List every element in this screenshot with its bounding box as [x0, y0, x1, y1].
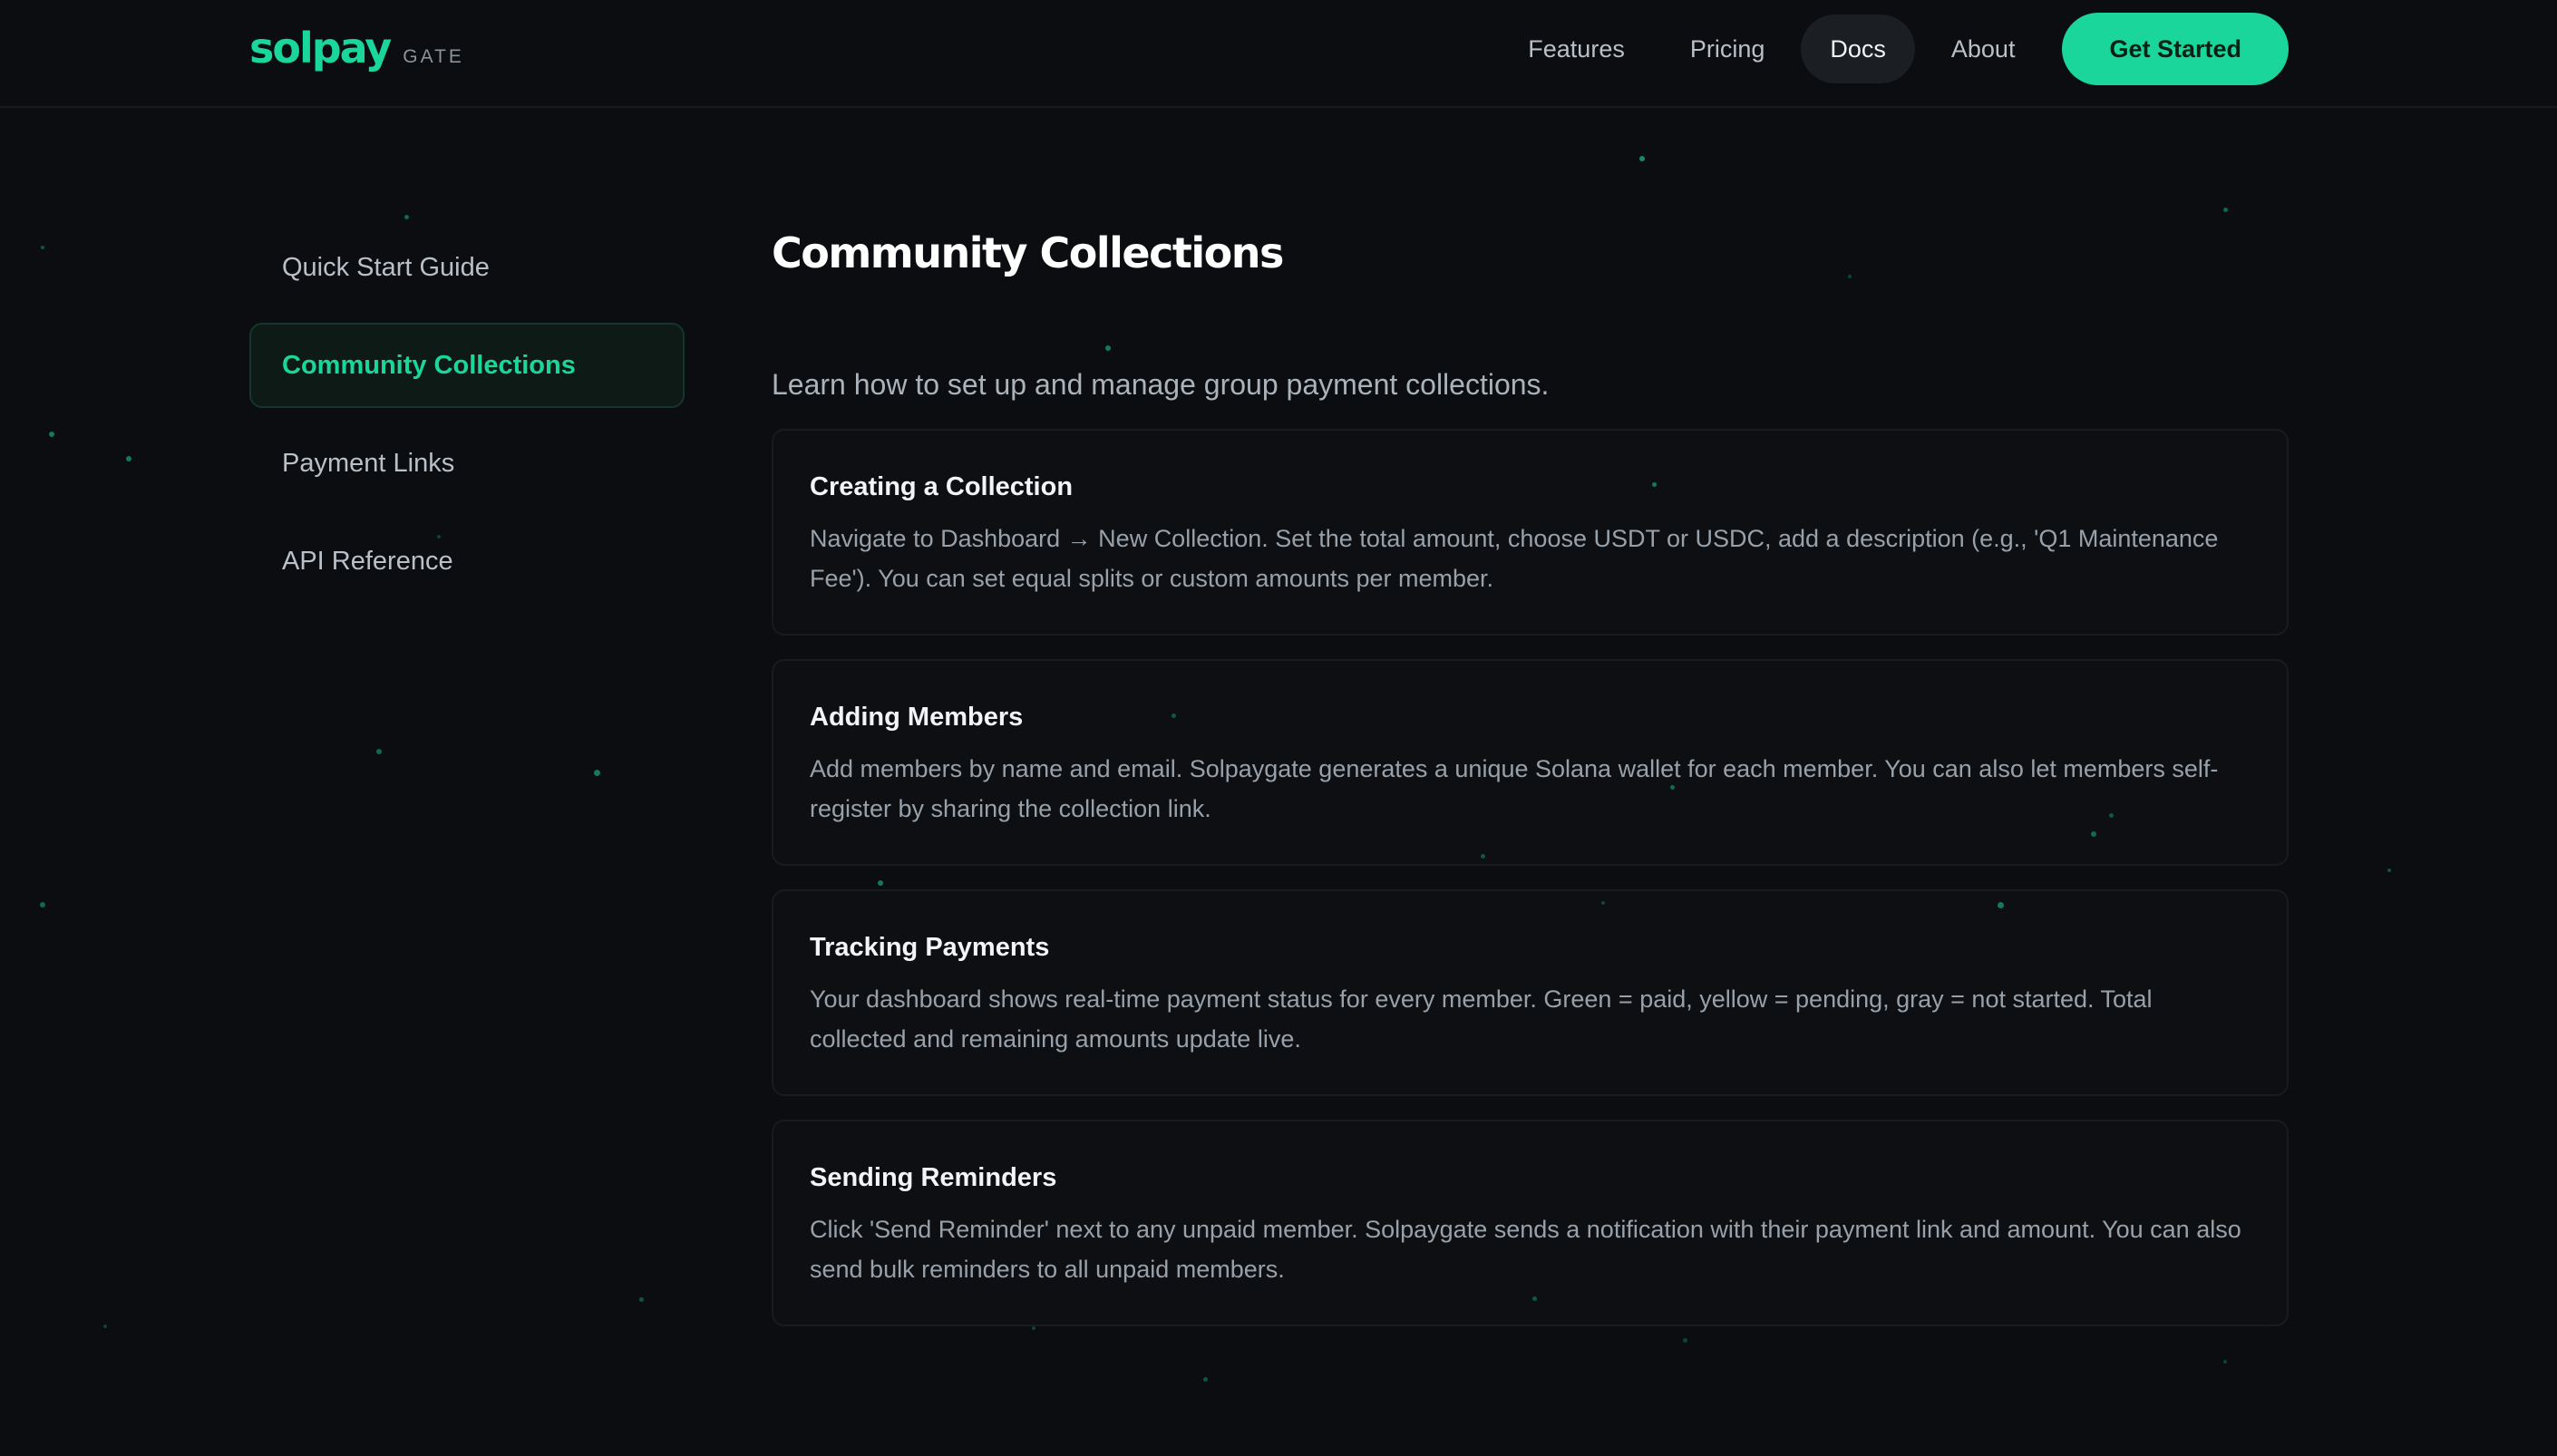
- section-card-tracking-payments: Tracking Payments Your dashboard shows r…: [772, 889, 2289, 1096]
- particle: [404, 215, 409, 219]
- particle: [40, 902, 45, 908]
- particle: [126, 456, 131, 461]
- section-card-adding-members: Adding Members Add members by name and e…: [772, 659, 2289, 866]
- nav-link-pricing[interactable]: Pricing: [1658, 15, 1798, 83]
- particle: [594, 770, 600, 776]
- sidebar-item-community-collections[interactable]: Community Collections: [249, 323, 685, 408]
- particle: [639, 1297, 644, 1302]
- page-subtitle: Learn how to set up and manage group pay…: [772, 368, 1550, 401]
- card-title: Creating a Collection: [810, 472, 1074, 501]
- section-cards: Creating a Collection Navigate to Dashbo…: [772, 429, 2289, 1326]
- nav-link-features[interactable]: Features: [1495, 15, 1658, 83]
- card-body: Add members by name and email. Solpaygat…: [810, 755, 2219, 822]
- particle: [49, 432, 54, 437]
- get-started-button[interactable]: Get Started: [2062, 13, 2289, 85]
- brand-logo[interactable]: solpay GATE: [249, 24, 464, 73]
- logo-suffix: GATE: [403, 46, 464, 67]
- particle: [2387, 869, 2391, 872]
- particle: [41, 246, 44, 249]
- particle: [376, 749, 382, 754]
- particle: [2223, 208, 2228, 212]
- card-body: Your dashboard shows real-time payment s…: [810, 985, 2153, 1053]
- card-title: Sending Reminders: [810, 1163, 1057, 1192]
- sidebar-item-api-reference[interactable]: API Reference: [249, 519, 685, 604]
- top-navbar: solpay GATE Features Pricing Docs About …: [0, 0, 2557, 108]
- logo-wordmark: solpay: [249, 24, 392, 73]
- particle: [1639, 156, 1645, 161]
- nav-link-docs[interactable]: Docs: [1801, 15, 1915, 83]
- sidebar-item-payment-links[interactable]: Payment Links: [249, 421, 685, 506]
- section-card-sending-reminders: Sending Reminders Click 'Send Reminder' …: [772, 1120, 2289, 1326]
- section-card-creating-a-collection: Creating a Collection Navigate to Dashbo…: [772, 429, 2289, 636]
- page-title: Community Collections: [772, 228, 1284, 277]
- particle: [103, 1325, 107, 1328]
- nav-link-about[interactable]: About: [1919, 15, 2048, 83]
- card-title: Tracking Payments: [810, 933, 1050, 962]
- sidebar-item-quick-start-guide[interactable]: Quick Start Guide: [249, 225, 685, 310]
- docs-content: Community Collections Learn how to set u…: [772, 228, 2289, 1350]
- card-title: Adding Members: [810, 703, 1024, 732]
- card-body: Navigate to Dashboard → New Collection. …: [810, 525, 2219, 592]
- main-nav: Features Pricing Docs About Get Started: [1495, 13, 2289, 85]
- card-body: Click 'Send Reminder' next to any unpaid…: [810, 1216, 2241, 1283]
- docs-sidebar: Quick Start Guide Community Collections …: [249, 225, 685, 616]
- particle: [1203, 1377, 1208, 1382]
- particle: [2223, 1360, 2227, 1364]
